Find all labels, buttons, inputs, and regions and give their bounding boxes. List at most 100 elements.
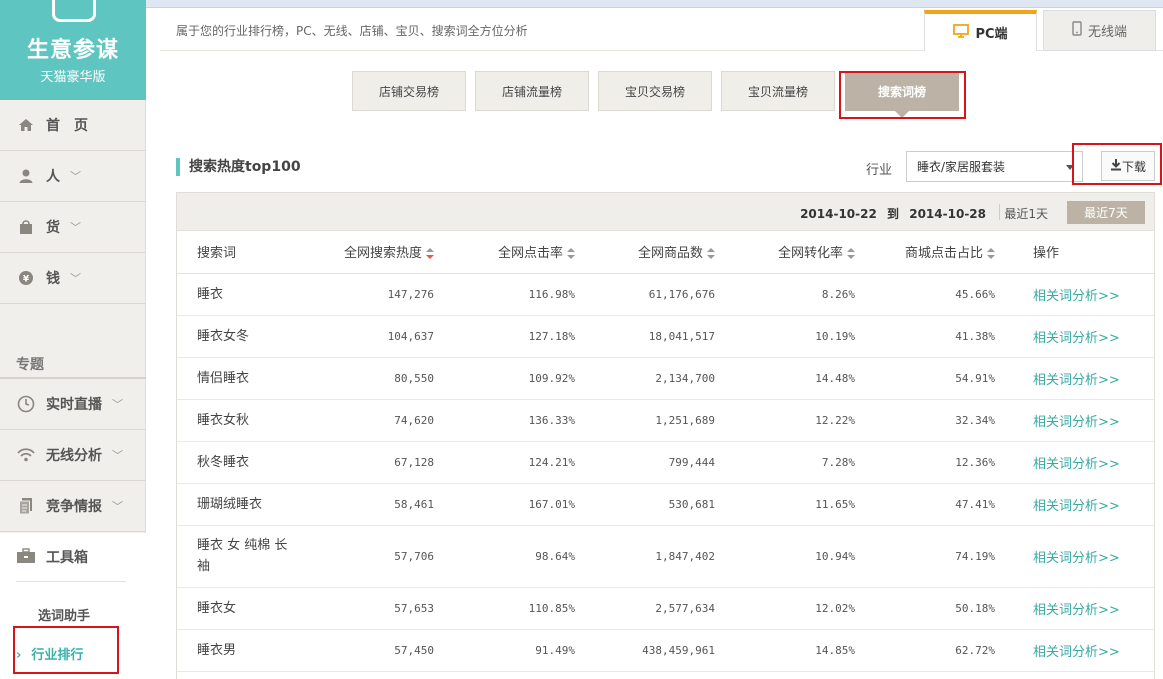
keyword-cell: 睡衣女 [177, 587, 294, 630]
date-to: 到 [887, 207, 900, 221]
table-row: 睡衣女冬 104,637 127.18% 18,041,517 10.19% 41.38%… [177, 315, 1154, 358]
sidebar-item-label: 人 [46, 169, 60, 185]
item-count-cell: 799,444 [575, 441, 715, 484]
brand-name: 生意参谋 [26, 38, 119, 63]
action-link[interactable]: 相关词分析>> [995, 399, 1154, 442]
date-range: 2014-10-22 到 2014-10-28 [800, 205, 986, 222]
table-row: 睡衣 女 纯棉 长袖 57,706 98.64% 1,847,402 10.94% 74.… [177, 525, 1154, 588]
industry-select[interactable]: 睡衣/家居服套装 [906, 151, 1083, 182]
column-header-search-heat[interactable]: 全网搜索热度 [294, 231, 434, 274]
sidebar-item-people[interactable]: 人 ﹀ [0, 151, 146, 202]
keyword-cell: 睡衣女秋 [177, 399, 294, 442]
toolbox-header[interactable]: 工具箱 [16, 547, 88, 567]
click-rate-cell: 136.33% [434, 399, 575, 442]
mall-click-share-cell: 12.36% [855, 441, 995, 484]
subtab-shop-trade[interactable]: 店铺交易榜 [352, 71, 466, 111]
conversion-rate-cell: 12.02% [715, 587, 855, 630]
sidebar-item-wireless[interactable]: 无线分析 ﹀ [0, 430, 146, 481]
conversion-rate-cell: 11.65% [715, 483, 855, 526]
svg-text:¥: ¥ [23, 275, 30, 285]
wifi-icon [16, 445, 36, 465]
item-count-cell: 1,251,689 [575, 399, 715, 442]
action-link[interactable]: 相关词分析>> [995, 315, 1154, 358]
tab-label: 无线端 [1087, 25, 1127, 40]
sidebar-item-label: 无线分析 [46, 448, 102, 464]
tab-mobile[interactable]: 无线端 [1043, 10, 1156, 51]
click-rate-cell: 116.98% [434, 273, 575, 316]
keyword-cell: 睡衣 [177, 273, 294, 316]
last-7-days-button[interactable]: 最近7天 [1067, 201, 1145, 224]
table-row: 睡衣女 57,653 110.85% 2,577,634 12.02% 50.18% 相关词… [177, 587, 1154, 630]
sidebar-item-money[interactable]: ¥ 钱 ﹀ [0, 253, 146, 304]
last-1-day-button[interactable]: 最近1天 [1004, 205, 1048, 222]
divider [16, 581, 126, 582]
sidebar-item-goods[interactable]: 货 ﹀ [0, 202, 146, 253]
search-heat-cell: 57,450 [294, 629, 434, 672]
keyword-cell: 睡衣男 [177, 629, 294, 672]
sort-icon [426, 248, 434, 260]
action-link[interactable]: 相关词分析>> [995, 441, 1154, 484]
brand[interactable]: 生意参谋 天猫豪华版 [0, 0, 146, 100]
sidebar-item-realtime[interactable]: 实时直播 ﹀ [0, 379, 146, 430]
toolbox-label: 工具箱 [46, 550, 88, 566]
table-header-row: 搜索词 全网搜索热度 全网点击率 全网商品数 全网转化率 商城点击占比 操作 [177, 231, 1154, 274]
column-header-item-count[interactable]: 全网商品数 [575, 231, 715, 274]
action-link[interactable]: 相关词分析>> [995, 273, 1154, 316]
action-link[interactable]: 相关词分析>> [995, 357, 1154, 400]
column-header-keyword: 搜索词 [177, 231, 294, 274]
click-rate-cell: 124.21% [434, 441, 575, 484]
subtab-item-traffic[interactable]: 宝贝流量榜 [721, 71, 835, 111]
chevron-down-icon: ﹀ [112, 500, 123, 513]
search-heat-cell: 57,706 [294, 525, 434, 588]
table-row: 秋冬睡衣 67,128 124.21% 799,444 7.28% 12.36% 相关词分析… [177, 441, 1154, 484]
keyword-cell: 珊瑚绒睡衣 [177, 483, 294, 526]
chevron-down-icon: ﹀ [70, 272, 81, 285]
item-count-cell: 530,681 [575, 483, 715, 526]
table-row: 情侣睡衣 80,550 109.92% 2,134,700 14.48% 54.91% 相关… [177, 357, 1154, 400]
conversion-rate-cell: 10.19% [715, 315, 855, 358]
action-link[interactable]: 相关词分析>> [995, 587, 1154, 630]
highlight-box [839, 71, 966, 119]
item-count-cell: 438,459,961 [575, 629, 715, 672]
search-heat-cell: 80,550 [294, 357, 434, 400]
mall-click-share-cell: 54.91% [855, 357, 995, 400]
logo-icon [52, 0, 96, 22]
date-start: 2014-10-22 [800, 207, 877, 221]
click-rate-cell: 109.92% [434, 357, 575, 400]
tab-pc[interactable]: PC端 [924, 10, 1037, 51]
bag-icon [16, 217, 36, 237]
sidebar-item-label: 竞争情报 [46, 499, 102, 515]
keyword-table: 搜索词 全网搜索热度 全网点击率 全网商品数 全网转化率 商城点击占比 操作 睡… [177, 231, 1154, 672]
click-rate-cell: 127.18% [434, 315, 575, 358]
sort-icon [567, 248, 575, 260]
action-link[interactable]: 相关词分析>> [995, 483, 1154, 526]
keyword-cell: 睡衣女冬 [177, 315, 294, 358]
table-row: 睡衣女秋 74,620 136.33% 1,251,689 12.22% 32.34% 相关… [177, 399, 1154, 442]
search-heat-cell: 57,653 [294, 587, 434, 630]
search-heat-cell: 104,637 [294, 315, 434, 358]
keyword-cell: 睡衣 女 纯棉 长袖 [177, 525, 294, 588]
money-icon: ¥ [16, 268, 36, 288]
sidebar-item-keyword-helper[interactable]: 选词助手 [38, 605, 90, 624]
search-heat-cell: 74,620 [294, 399, 434, 442]
action-link[interactable]: 相关词分析>> [995, 629, 1154, 672]
action-link[interactable]: 相关词分析>> [995, 525, 1154, 588]
ranking-panel: 2014-10-22 到 2014-10-28 最近1天 最近7天 搜索词 全网… [176, 192, 1155, 679]
mall-click-share-cell: 45.66% [855, 273, 995, 316]
column-header-mall-click-share[interactable]: 商城点击占比 [855, 231, 995, 274]
column-header-conversion-rate[interactable]: 全网转化率 [715, 231, 855, 274]
sidebar-item-home[interactable]: 首 页 [0, 100, 146, 151]
divider [999, 204, 1000, 220]
section-title: 搜索热度top100 [176, 158, 301, 176]
highlight-box [13, 626, 119, 674]
subtab-item-trade[interactable]: 宝贝交易榜 [598, 71, 712, 111]
tab-label: PC端 [975, 27, 1008, 42]
subtab-shop-traffic[interactable]: 店铺流量榜 [475, 71, 589, 111]
sidebar-item-competition[interactable]: 竞争情报 ﹀ [0, 481, 146, 532]
phone-icon [1072, 21, 1082, 40]
column-header-click-rate[interactable]: 全网点击率 [434, 231, 575, 274]
item-count-cell: 18,041,517 [575, 315, 715, 358]
sidebar-item-label: 货 [46, 220, 60, 236]
conversion-rate-cell: 8.26% [715, 273, 855, 316]
keyword-cell: 秋冬睡衣 [177, 441, 294, 484]
